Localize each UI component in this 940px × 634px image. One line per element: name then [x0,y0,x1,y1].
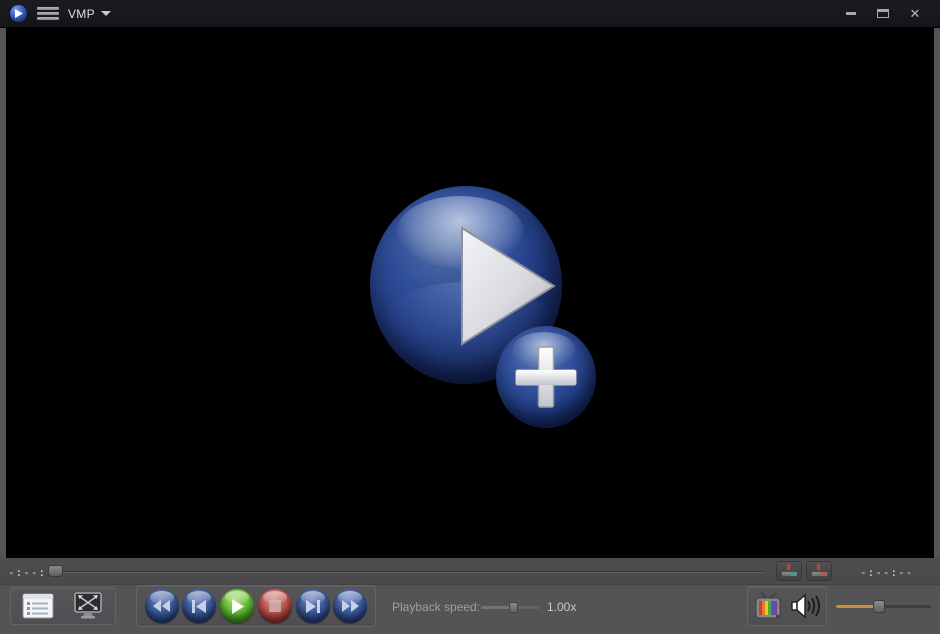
control-bar: Playback speed: 1.00x [0,586,940,634]
playlist-icon [22,593,54,619]
play-icon [231,599,244,614]
caret-down-icon[interactable] [101,11,111,16]
stop-button[interactable] [258,589,292,623]
playlist-button[interactable] [16,590,60,622]
volume-mute-button[interactable] [788,589,824,623]
titlebar: VMP ✕ [0,0,940,28]
seek-thumb[interactable] [48,565,63,577]
tv-channels-icon [753,591,783,621]
volume-slider[interactable] [836,605,931,608]
close-button[interactable]: ✕ [906,6,924,22]
transport-controls-group [136,585,376,627]
playback-speed-value: 1.00x [547,600,576,614]
fullscreen-icon [72,591,104,621]
close-icon: ✕ [910,7,921,20]
seek-row: -:--:-- -:--:-- [0,558,940,585]
vmp-play-plus-logo [370,186,600,436]
maximize-icon [877,9,889,18]
playback-speed-label: Playback speed: [392,600,480,614]
fast-forward-icon [342,600,359,612]
logo-add-sphere [496,326,596,428]
loop-marker-b-button[interactable] [806,561,832,581]
minimize-icon [846,12,856,15]
seek-slider[interactable] [48,571,766,573]
remaining-time: -:--:-- [860,566,913,579]
tv-channels-button[interactable] [750,589,786,623]
vmp-app-icon [10,5,27,22]
video-display-area[interactable] [6,28,934,558]
minimize-button[interactable] [842,6,860,22]
loop-marker-a-button[interactable] [776,561,802,581]
window-title[interactable]: VMP [68,7,95,21]
rewind-button[interactable] [145,589,179,623]
previous-track-icon [192,600,206,613]
plus-icon [496,326,596,428]
hamburger-menu-icon[interactable] [37,4,61,24]
play-button[interactable] [220,589,254,623]
playback-speed-slider[interactable] [481,606,539,609]
stop-icon [269,600,281,612]
playback-speed-thumb[interactable] [509,602,518,613]
next-button[interactable] [296,589,330,623]
loop-marker-b-icon [817,564,820,570]
speaker-volume-icon [791,593,821,619]
loop-marker-a-icon [787,564,790,570]
rewind-icon [153,600,170,612]
next-track-icon [306,600,320,613]
audio-buttons-group [747,586,827,626]
volume-thumb[interactable] [873,600,885,613]
vmp-player-window: VMP ✕ [0,0,940,634]
maximize-button[interactable] [874,6,892,22]
fullscreen-button[interactable] [66,590,110,622]
forward-button[interactable] [333,589,367,623]
view-buttons-group [10,587,116,625]
previous-button[interactable] [182,589,216,623]
